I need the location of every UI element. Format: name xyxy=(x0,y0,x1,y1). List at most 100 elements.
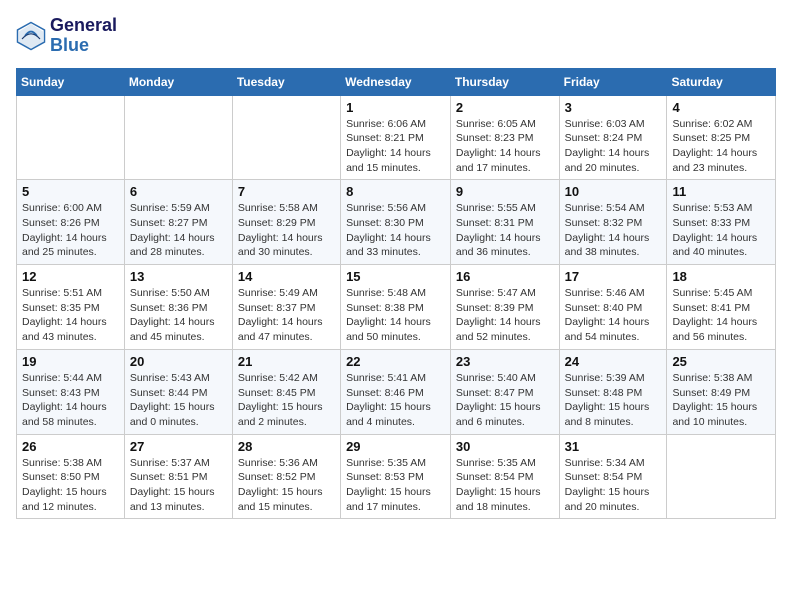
calendar-cell: 8 Sunrise: 5:56 AM Sunset: 8:30 PM Daylig… xyxy=(341,180,451,265)
day-number: 4 xyxy=(672,100,770,115)
day-info: Sunrise: 5:35 AM Sunset: 8:54 PM Dayligh… xyxy=(456,456,554,515)
calendar-cell: 6 Sunrise: 5:59 AM Sunset: 8:27 PM Daylig… xyxy=(124,180,232,265)
day-info: Sunrise: 5:51 AM Sunset: 8:35 PM Dayligh… xyxy=(22,286,119,345)
day-info: Sunrise: 5:41 AM Sunset: 8:46 PM Dayligh… xyxy=(346,371,445,430)
day-number: 12 xyxy=(22,269,119,284)
day-info: Sunrise: 5:50 AM Sunset: 8:36 PM Dayligh… xyxy=(130,286,227,345)
calendar-cell: 1 Sunrise: 6:06 AM Sunset: 8:21 PM Daylig… xyxy=(341,95,451,180)
day-number: 6 xyxy=(130,184,227,199)
day-info: Sunrise: 5:55 AM Sunset: 8:31 PM Dayligh… xyxy=(456,201,554,260)
day-info: Sunrise: 5:38 AM Sunset: 8:50 PM Dayligh… xyxy=(22,456,119,515)
day-number: 1 xyxy=(346,100,445,115)
day-info: Sunrise: 6:02 AM Sunset: 8:25 PM Dayligh… xyxy=(672,117,770,176)
calendar-cell: 4 Sunrise: 6:02 AM Sunset: 8:25 PM Daylig… xyxy=(667,95,776,180)
calendar-cell: 28 Sunrise: 5:36 AM Sunset: 8:52 PM Dayli… xyxy=(232,434,340,519)
calendar-cell: 15 Sunrise: 5:48 AM Sunset: 8:38 PM Dayli… xyxy=(341,265,451,350)
calendar-cell: 27 Sunrise: 5:37 AM Sunset: 8:51 PM Dayli… xyxy=(124,434,232,519)
day-header-wednesday: Wednesday xyxy=(341,68,451,95)
calendar-cell: 7 Sunrise: 5:58 AM Sunset: 8:29 PM Daylig… xyxy=(232,180,340,265)
day-info: Sunrise: 5:47 AM Sunset: 8:39 PM Dayligh… xyxy=(456,286,554,345)
calendar-table: SundayMondayTuesdayWednesdayThursdayFrid… xyxy=(16,68,776,520)
day-info: Sunrise: 6:00 AM Sunset: 8:26 PM Dayligh… xyxy=(22,201,119,260)
calendar-cell: 10Sunrise: 5:54 AM Sunset: 8:32 PM Dayli… xyxy=(559,180,667,265)
calendar-cell: 14 Sunrise: 5:49 AM Sunset: 8:37 PM Dayli… xyxy=(232,265,340,350)
day-number: 30 xyxy=(456,439,554,454)
calendar-cell xyxy=(17,95,125,180)
day-number: 16 xyxy=(456,269,554,284)
calendar-cell: 2 Sunrise: 6:05 AM Sunset: 8:23 PM Daylig… xyxy=(450,95,559,180)
day-info: Sunrise: 5:38 AM Sunset: 8:49 PM Dayligh… xyxy=(672,371,770,430)
calendar-cell xyxy=(667,434,776,519)
calendar-cell: 9 Sunrise: 5:55 AM Sunset: 8:31 PM Daylig… xyxy=(450,180,559,265)
day-number: 17 xyxy=(565,269,662,284)
day-info: Sunrise: 5:56 AM Sunset: 8:30 PM Dayligh… xyxy=(346,201,445,260)
day-number: 19 xyxy=(22,354,119,369)
day-info: Sunrise: 6:06 AM Sunset: 8:21 PM Dayligh… xyxy=(346,117,445,176)
day-number: 9 xyxy=(456,184,554,199)
calendar-cell: 30 Sunrise: 5:35 AM Sunset: 8:54 PM Dayli… xyxy=(450,434,559,519)
day-number: 18 xyxy=(672,269,770,284)
day-info: Sunrise: 5:43 AM Sunset: 8:44 PM Dayligh… xyxy=(130,371,227,430)
calendar-cell: 21Sunrise: 5:42 AM Sunset: 8:45 PM Dayli… xyxy=(232,349,340,434)
day-info: Sunrise: 5:39 AM Sunset: 8:48 PM Dayligh… xyxy=(565,371,662,430)
day-number: 14 xyxy=(238,269,335,284)
day-header-thursday: Thursday xyxy=(450,68,559,95)
calendar-cell: 3 Sunrise: 6:03 AM Sunset: 8:24 PM Daylig… xyxy=(559,95,667,180)
calendar-cell: 22Sunrise: 5:41 AM Sunset: 8:46 PM Dayli… xyxy=(341,349,451,434)
day-number: 8 xyxy=(346,184,445,199)
day-number: 15 xyxy=(346,269,445,284)
logo-icon xyxy=(16,21,46,51)
day-info: Sunrise: 5:35 AM Sunset: 8:53 PM Dayligh… xyxy=(346,456,445,515)
day-number: 23 xyxy=(456,354,554,369)
calendar-cell: 13Sunrise: 5:50 AM Sunset: 8:36 PM Dayli… xyxy=(124,265,232,350)
day-number: 27 xyxy=(130,439,227,454)
day-number: 29 xyxy=(346,439,445,454)
day-number: 11 xyxy=(672,184,770,199)
day-info: Sunrise: 6:05 AM Sunset: 8:23 PM Dayligh… xyxy=(456,117,554,176)
day-header-friday: Friday xyxy=(559,68,667,95)
calendar-cell: 16 Sunrise: 5:47 AM Sunset: 8:39 PM Dayli… xyxy=(450,265,559,350)
logo: General Blue xyxy=(16,16,117,56)
day-number: 3 xyxy=(565,100,662,115)
calendar-cell: 12 Sunrise: 5:51 AM Sunset: 8:35 PM Dayli… xyxy=(17,265,125,350)
calendar-cell xyxy=(124,95,232,180)
day-info: Sunrise: 5:40 AM Sunset: 8:47 PM Dayligh… xyxy=(456,371,554,430)
day-number: 10 xyxy=(565,184,662,199)
day-info: Sunrise: 5:45 AM Sunset: 8:41 PM Dayligh… xyxy=(672,286,770,345)
day-info: Sunrise: 5:34 AM Sunset: 8:54 PM Dayligh… xyxy=(565,456,662,515)
day-number: 7 xyxy=(238,184,335,199)
calendar-cell: 25Sunrise: 5:38 AM Sunset: 8:49 PM Dayli… xyxy=(667,349,776,434)
calendar-cell: 17 Sunrise: 5:46 AM Sunset: 8:40 PM Dayli… xyxy=(559,265,667,350)
calendar-cell: 11 Sunrise: 5:53 AM Sunset: 8:33 PM Dayli… xyxy=(667,180,776,265)
day-info: Sunrise: 5:36 AM Sunset: 8:52 PM Dayligh… xyxy=(238,456,335,515)
day-info: Sunrise: 5:37 AM Sunset: 8:51 PM Dayligh… xyxy=(130,456,227,515)
day-info: Sunrise: 5:46 AM Sunset: 8:40 PM Dayligh… xyxy=(565,286,662,345)
calendar-cell: 24 Sunrise: 5:39 AM Sunset: 8:48 PM Dayli… xyxy=(559,349,667,434)
logo-text: General Blue xyxy=(50,16,117,56)
calendar-cell xyxy=(232,95,340,180)
day-info: Sunrise: 5:49 AM Sunset: 8:37 PM Dayligh… xyxy=(238,286,335,345)
day-number: 31 xyxy=(565,439,662,454)
calendar-cell: 26 Sunrise: 5:38 AM Sunset: 8:50 PM Dayli… xyxy=(17,434,125,519)
day-info: Sunrise: 5:48 AM Sunset: 8:38 PM Dayligh… xyxy=(346,286,445,345)
calendar-cell: 5 Sunrise: 6:00 AM Sunset: 8:26 PM Daylig… xyxy=(17,180,125,265)
day-number: 28 xyxy=(238,439,335,454)
day-header-sunday: Sunday xyxy=(17,68,125,95)
calendar-cell: 20 Sunrise: 5:43 AM Sunset: 8:44 PM Dayli… xyxy=(124,349,232,434)
day-header-monday: Monday xyxy=(124,68,232,95)
day-number: 24 xyxy=(565,354,662,369)
page-header: General Blue xyxy=(16,16,776,56)
day-number: 5 xyxy=(22,184,119,199)
day-number: 2 xyxy=(456,100,554,115)
calendar-cell: 23 Sunrise: 5:40 AM Sunset: 8:47 PM Dayli… xyxy=(450,349,559,434)
day-number: 20 xyxy=(130,354,227,369)
day-info: Sunrise: 5:44 AM Sunset: 8:43 PM Dayligh… xyxy=(22,371,119,430)
calendar-cell: 31 Sunrise: 5:34 AM Sunset: 8:54 PM Dayli… xyxy=(559,434,667,519)
day-info: Sunrise: 5:58 AM Sunset: 8:29 PM Dayligh… xyxy=(238,201,335,260)
calendar-cell: 18 Sunrise: 5:45 AM Sunset: 8:41 PM Dayli… xyxy=(667,265,776,350)
day-header-saturday: Saturday xyxy=(667,68,776,95)
day-info: Sunrise: 5:53 AM Sunset: 8:33 PM Dayligh… xyxy=(672,201,770,260)
day-number: 26 xyxy=(22,439,119,454)
day-info: Sunrise: 6:03 AM Sunset: 8:24 PM Dayligh… xyxy=(565,117,662,176)
day-info: Sunrise: 5:59 AM Sunset: 8:27 PM Dayligh… xyxy=(130,201,227,260)
